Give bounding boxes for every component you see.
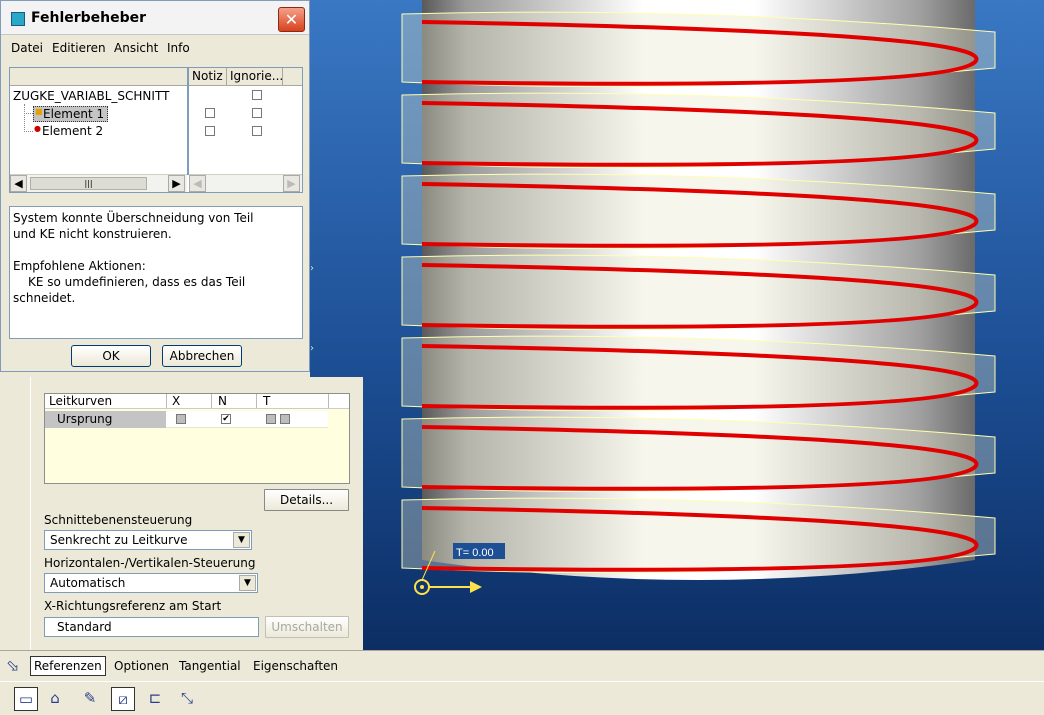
section-control-value: Senkrecht zu Leitkurve (50, 533, 188, 547)
header-divider (166, 394, 167, 408)
header-divider (328, 394, 329, 408)
trajectory-name: Ursprung (45, 411, 166, 428)
feature-toolbar: ▭ ⌂ ✎ ⧄ ⊏ ⤡ (0, 681, 1044, 715)
header-x[interactable]: X (172, 394, 180, 408)
dashboard-tabs: ⬂ Referenzen Optionen Tangential Eigensc… (0, 650, 1044, 680)
x-reference-value: Standard (57, 620, 112, 634)
header-leitkurven[interactable]: Leitkurven (49, 394, 112, 408)
menu-bar: Datei Editieren Ansicht Info (1, 35, 309, 61)
message-line: System konnte Überschneidung von Teil (13, 211, 254, 225)
n-checkbox[interactable]: ✔ (221, 414, 231, 424)
sketch-edit-icon[interactable]: ✎ (78, 687, 102, 711)
section-control-label: Schnittebenensteuerung (44, 513, 193, 527)
checkmark-icon: ✔ (222, 414, 230, 424)
columns-horizontal-scrollbar[interactable]: ◀ ▶ (189, 174, 302, 192)
solid-icon[interactable]: ▭ (14, 687, 38, 711)
tree-item[interactable]: ● Element 2 (33, 124, 103, 138)
switch-button[interactable]: Umschalten (265, 616, 349, 638)
hv-control-value: Automatisch (50, 576, 126, 590)
ignore-checkbox[interactable] (252, 126, 262, 136)
menu-info[interactable]: Info (167, 41, 190, 55)
root-ignore-checkbox[interactable] (252, 90, 262, 100)
tab-optionen[interactable]: Optionen (114, 659, 169, 673)
ignore-checkbox[interactable] (252, 108, 262, 118)
table-header: Leitkurven X N T (45, 394, 349, 409)
message-line: schneidet. (13, 291, 76, 305)
cancel-button[interactable]: Abbrechen (162, 345, 242, 367)
tab-eigenschaften[interactable]: Eigenschaften (253, 659, 338, 673)
column-filler (283, 68, 302, 86)
trajectory-icon[interactable]: ⧄ (111, 687, 135, 711)
dialog-title: Fehlerbeheber (31, 10, 147, 26)
scroll-right-icon[interactable]: ▶ (283, 175, 300, 192)
scroll-thumb[interactable]: ||| (30, 177, 147, 190)
notiz-checkbox[interactable] (205, 108, 215, 118)
menu-ansicht[interactable]: Ansicht (114, 41, 158, 55)
tree-root[interactable]: ZUGKE_VARIABL_SCHNITT (13, 89, 169, 103)
dialog-titlebar[interactable]: Fehlerbeheber ✕ (1, 1, 309, 35)
x-reference-label: X-Richtungsreferenz am Start (44, 599, 222, 613)
menu-datei[interactable]: Datei (11, 41, 43, 55)
tree-line (24, 131, 33, 132)
scroll-right-icon[interactable]: ▶ (168, 175, 185, 192)
hv-control-label: Horizontalen-/Vertikalen-Steuerung (44, 556, 256, 570)
tree-horizontal-scrollbar[interactable]: ◀ ||| ▶ (10, 174, 187, 192)
header-divider (256, 394, 257, 408)
recommended-actions-heading: Empfohlene Aktionen: (13, 259, 146, 273)
model-viewport[interactable]: T= 0.00 › › (310, 0, 1044, 650)
chevron-down-icon[interactable]: ▼ (239, 575, 256, 591)
table-row[interactable]: Ursprung ✔ (45, 411, 328, 428)
scroll-left-icon[interactable]: ◀ (10, 175, 27, 192)
header-divider (211, 394, 212, 408)
t-checkbox[interactable] (280, 414, 290, 424)
x-checkbox[interactable] (176, 414, 186, 424)
tree-item[interactable]: ■ Element 1 (33, 106, 109, 122)
message-line: und KE nicht konstruieren. (13, 227, 172, 241)
surface-icon[interactable]: ⌂ (43, 687, 67, 711)
section-control-select[interactable]: Senkrecht zu Leitkurve ▼ (44, 530, 252, 550)
references-panel: Leitkurven X N T Ursprung ✔ Details... S… (30, 377, 363, 650)
header-t[interactable]: T (263, 394, 270, 408)
t-parameter-label: T= 0.00 (456, 547, 494, 559)
feature-warning-icon: ■ (35, 107, 43, 116)
trajectories-table: Leitkurven X N T Ursprung ✔ (44, 393, 350, 484)
header-n[interactable]: N (218, 394, 227, 408)
tab-tangential[interactable]: Tangential (179, 659, 241, 673)
t-checkbox[interactable] (266, 414, 276, 424)
error-tree: Notiz Ignorie... ZUGKE_VARIABL_SCHNITT ■… (9, 67, 303, 193)
error-icon: ● (34, 124, 41, 133)
tree-column-header[interactable] (10, 68, 188, 86)
x-reference-field[interactable]: Standard (44, 617, 259, 637)
column-notiz[interactable]: Notiz (189, 68, 227, 86)
column-ignorieren[interactable]: Ignorie... (227, 68, 283, 86)
close-icon: ✕ (284, 10, 299, 29)
tree-item-label: Element 1 (43, 107, 105, 121)
chevron-down-icon[interactable]: ▼ (233, 532, 250, 548)
sweep-model: T= 0.00 (401, 0, 996, 595)
hv-control-select[interactable]: Automatisch ▼ (44, 573, 258, 593)
tree-line (24, 104, 25, 132)
message-line: KE so umdefinieren, dass es das Teil (28, 275, 246, 289)
cut-icon[interactable]: ⤡ (175, 687, 199, 711)
troubleshooter-dialog: Fehlerbeheber ✕ Datei Editieren Ansicht … (0, 0, 310, 372)
scroll-left-icon[interactable]: ◀ (189, 175, 206, 192)
tree-item-label: Element 2 (42, 124, 104, 138)
open-end-icon[interactable]: ⊏ (143, 687, 167, 711)
app-icon (11, 12, 25, 26)
viewport-splitter-handle[interactable]: › › (310, 264, 318, 374)
notiz-checkbox[interactable] (205, 126, 215, 136)
sweep-tool-icon: ⬂ (6, 656, 20, 675)
error-message-box: System konnte Überschneidung von Teil un… (9, 206, 303, 339)
menu-editieren[interactable]: Editieren (52, 41, 106, 55)
close-button[interactable]: ✕ (278, 7, 305, 32)
tab-referenzen[interactable]: Referenzen (30, 656, 106, 676)
tree-line (24, 113, 33, 114)
ok-button[interactable]: OK (71, 345, 151, 367)
details-button[interactable]: Details... (264, 489, 349, 511)
